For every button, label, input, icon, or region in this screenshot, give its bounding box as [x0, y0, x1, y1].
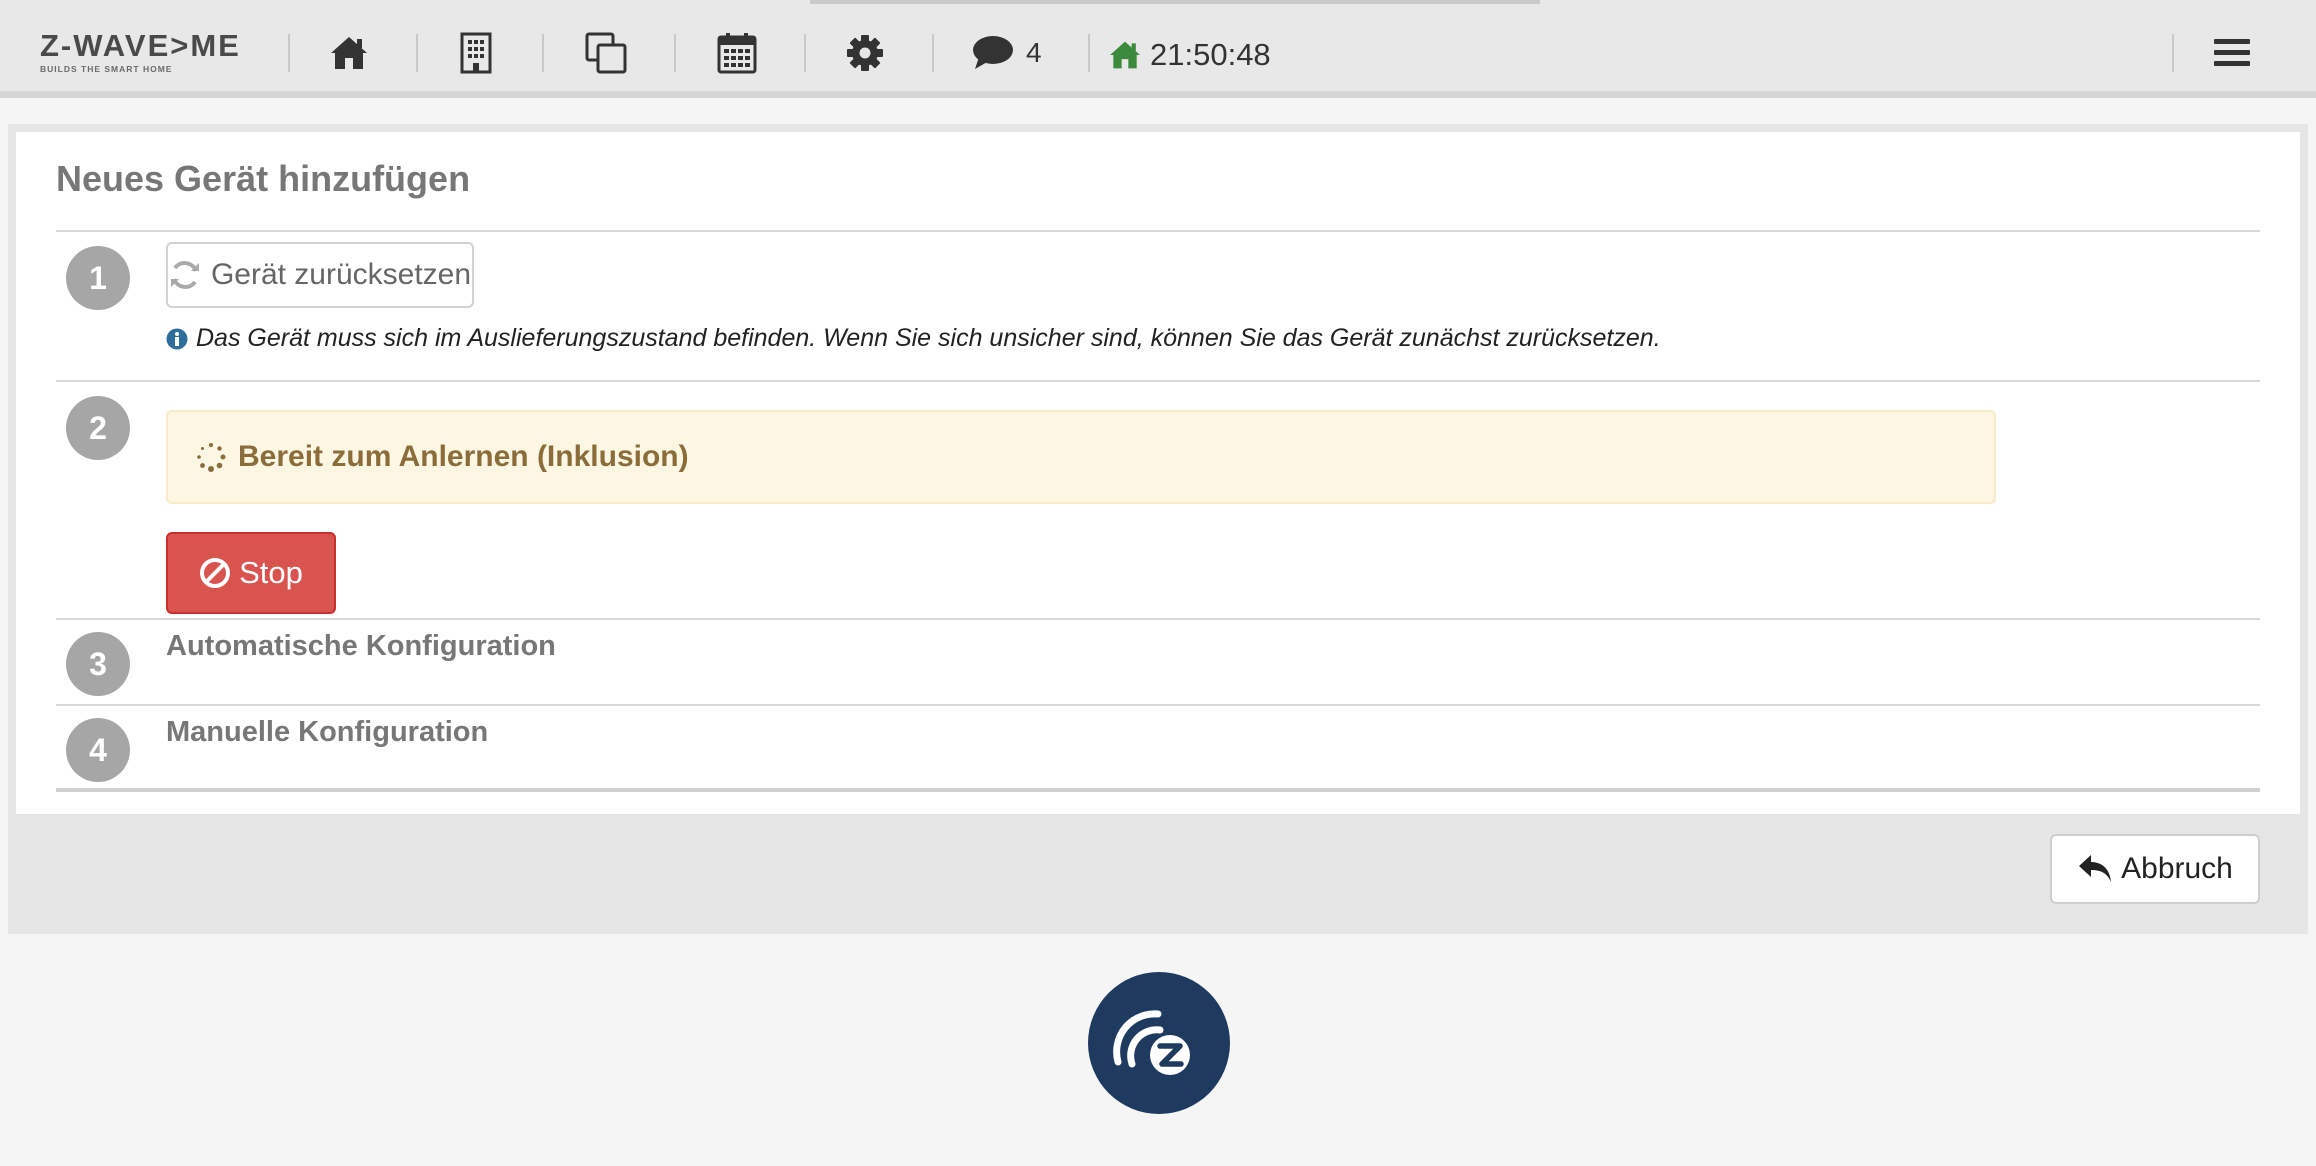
reset-device-button[interactable]: Gerät zurücksetzen	[166, 242, 474, 308]
step-divider	[56, 380, 2260, 382]
gear-icon	[847, 35, 883, 71]
stop-inclusion-button[interactable]: Stop	[166, 532, 336, 614]
step-3-title: Automatische Konfiguration	[166, 630, 556, 662]
message-count-badge: 4	[1026, 37, 1042, 68]
main-menu-button[interactable]	[2212, 28, 2252, 78]
panel-bottom-divider	[56, 788, 2260, 792]
events-button[interactable]	[716, 28, 758, 78]
nav-separator	[1088, 34, 1090, 72]
nav-separator	[288, 34, 290, 72]
step-divider	[56, 618, 2260, 620]
nav-separator	[674, 34, 676, 72]
page-title: Neues Gerät hinzufügen	[56, 158, 471, 199]
step-4-title: Manuelle Konfiguration	[166, 716, 489, 748]
building-icon	[460, 32, 492, 74]
home-icon	[1110, 41, 1140, 69]
top-navbar: Z-WAVE>ME BUILDS THE SMART HOME 4 21:50:…	[0, 0, 2316, 98]
step-4-badge: 4	[66, 718, 130, 782]
ban-icon	[200, 558, 231, 588]
logo-text: Z-WAVE>ME	[40, 28, 241, 63]
settings-button[interactable]	[844, 28, 886, 78]
nav-separator	[804, 34, 806, 72]
elements-button[interactable]	[584, 28, 628, 78]
hamburger-icon	[2214, 39, 2250, 66]
logo-tagline: BUILDS THE SMART HOME	[40, 64, 173, 74]
step-3-badge: 3	[66, 632, 130, 696]
step-divider	[56, 230, 2260, 232]
messages-button[interactable]: 4	[972, 28, 1046, 78]
zwave-me-logo[interactable]: Z-WAVE>ME BUILDS THE SMART HOME	[40, 30, 240, 80]
copy-icon	[585, 32, 627, 74]
cancel-button[interactable]: Abbruch	[2050, 834, 2260, 904]
nav-separator	[932, 34, 934, 72]
top-strip	[0, 0, 2316, 4]
home-icon	[331, 37, 367, 69]
reply-icon	[2079, 855, 2112, 882]
include-device-panel: Neues Gerät hinzufügen 1 Gerät zurückset…	[8, 124, 2308, 934]
reset-hint-text: Das Gerät muss sich im Auslieferungszust…	[196, 324, 1661, 352]
step-divider	[56, 704, 2260, 706]
include-device-card: Neues Gerät hinzufügen 1 Gerät zurückset…	[16, 132, 2300, 814]
inclusion-status-text: Bereit zum Anlernen (Inklusion)	[238, 440, 689, 473]
comment-icon	[973, 36, 1013, 69]
calendar-icon	[717, 33, 757, 74]
reset-device-label: Gerät zurücksetzen	[210, 258, 472, 291]
nav-separator	[542, 34, 544, 72]
reset-hint: Das Gerät muss sich im Auslieferungszust…	[166, 324, 1661, 353]
nav-separator	[2172, 34, 2174, 72]
nav-separator	[416, 34, 418, 72]
stop-label: Stop	[239, 555, 303, 590]
zwave-wireless-icon	[1088, 972, 1230, 1114]
zwave-brand-logo	[1088, 972, 1230, 1114]
step-2-badge: 2	[66, 396, 130, 460]
clock-time: 21:50:48	[1150, 37, 1271, 72]
home-button[interactable]	[325, 28, 373, 78]
step-1-badge: 1	[66, 246, 130, 310]
cancel-label: Abbruch	[2121, 852, 2233, 885]
rooms-button[interactable]	[458, 28, 494, 78]
info-icon	[166, 328, 188, 349]
spinner-icon	[197, 443, 226, 472]
clock-display: 21:50:48	[1108, 30, 1271, 80]
refresh-icon	[170, 261, 199, 289]
inclusion-status-alert: Bereit zum Anlernen (Inklusion)	[166, 410, 1996, 504]
